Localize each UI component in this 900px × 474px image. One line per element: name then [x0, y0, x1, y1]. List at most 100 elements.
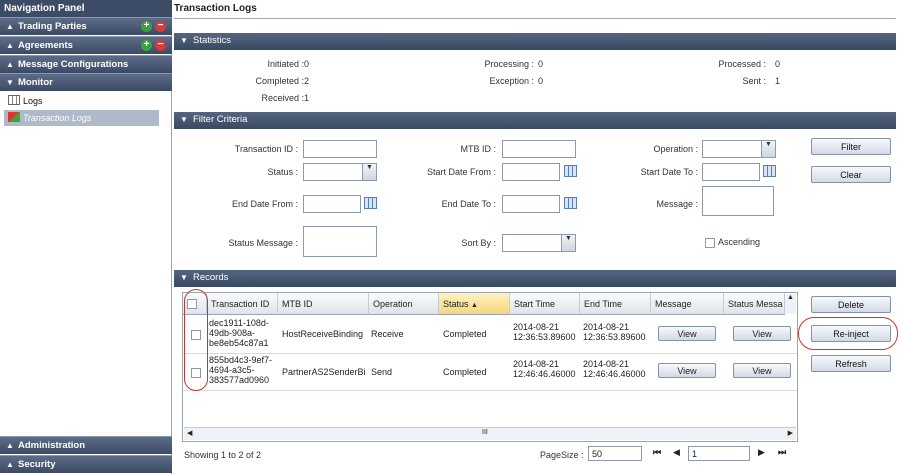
nav-section-agreements[interactable]: ▲ Agreements + −	[0, 36, 172, 54]
cell-line: 855bd4c3-9ef7-	[209, 355, 273, 365]
column-header-status[interactable]: Status ▲	[439, 293, 510, 315]
start-date-from-input[interactable]	[502, 163, 560, 181]
stat-label: Processing :	[484, 59, 534, 69]
calendar-icon[interactable]	[763, 165, 776, 177]
showing-count: Showing 1 to 2 of 2	[184, 450, 262, 460]
stat-label: Sent :	[742, 76, 766, 86]
end-date-to-input[interactable]	[502, 195, 560, 213]
cell-line: 4694-a3c5-	[209, 365, 255, 375]
calendar-icon[interactable]	[364, 197, 377, 209]
scroll-grip[interactable]: III	[482, 429, 488, 436]
section-title: Records	[193, 272, 229, 283]
scroll-left-icon[interactable]: ◀	[187, 429, 192, 437]
view-message-button[interactable]: View	[658, 326, 716, 341]
ascending-checkbox[interactable]	[705, 238, 715, 248]
cell-line: 49db-908a-	[209, 328, 256, 338]
chevron-up-icon: ▲	[6, 60, 14, 69]
nav-panel-title: Navigation Panel	[0, 0, 172, 17]
column-header-operation[interactable]: Operation	[369, 293, 439, 315]
nav-section-trading-parties[interactable]: ▲ Trading Parties + −	[0, 17, 172, 35]
cell-operation: Send	[371, 367, 393, 377]
row-divider	[183, 353, 797, 354]
message-input[interactable]	[702, 186, 774, 216]
message-label: Message :	[656, 199, 698, 209]
horizontal-scrollbar[interactable]: ◀ III ▶	[184, 427, 796, 440]
nav-section-label: Monitor	[18, 77, 53, 88]
chevron-up-icon: ▲	[6, 460, 14, 469]
sort-ascending-icon: ▲	[471, 302, 478, 309]
cell-status: Completed	[443, 329, 487, 339]
end-date-from-label: End Date From :	[231, 199, 298, 209]
nav-section-message-configurations[interactable]: ▲ Message Configurations	[0, 55, 172, 73]
statistics-header[interactable]: ▼ Statistics	[174, 33, 896, 50]
cell-start-time: 2014-08-21 12:36:53.89600	[513, 322, 579, 342]
operation-label: Operation :	[653, 144, 698, 154]
last-page-icon[interactable]: ⏭	[778, 447, 786, 458]
cell-line: dec1911-108d-	[209, 318, 269, 328]
nav-item-transaction-logs[interactable]: Transaction Logs	[4, 110, 159, 126]
start-date-to-label: Start Date To :	[640, 167, 698, 177]
nav-section-monitor[interactable]: ▼ Monitor	[0, 73, 172, 91]
status-select[interactable]: ▼	[303, 163, 377, 181]
first-page-icon[interactable]: ⏮	[653, 447, 661, 458]
column-header-status-message[interactable]: Status Messa	[724, 293, 785, 315]
nav-section-label: Trading Parties	[18, 21, 87, 32]
cell-mtb-id: PartnerAS2SenderBi	[282, 367, 366, 377]
filter-button[interactable]: Filter	[811, 138, 891, 155]
column-header-message[interactable]: Message	[651, 293, 724, 315]
nav-section-administration[interactable]: ▲ Administration	[0, 436, 172, 454]
transaction-id-label: Transaction ID :	[234, 144, 298, 154]
cell-line: 12:36:53.89600	[583, 332, 646, 342]
next-page-icon[interactable]: ▶	[758, 447, 765, 458]
mtb-id-input[interactable]	[502, 140, 576, 158]
calendar-icon[interactable]	[564, 165, 577, 177]
remove-icon[interactable]: −	[155, 21, 166, 32]
transaction-logs-icon	[8, 112, 20, 122]
chevron-down-icon[interactable]: ▼	[761, 141, 775, 157]
clear-button[interactable]: Clear	[811, 166, 891, 183]
status-label: Status :	[267, 167, 298, 177]
column-header-transaction-id[interactable]: Transaction ID	[207, 293, 278, 315]
filter-criteria-header[interactable]: ▼ Filter Criteria	[174, 112, 896, 129]
add-icon[interactable]: +	[141, 21, 152, 32]
cell-transaction-id: 855bd4c3-9ef7- 4694-a3c5- 383577ad0960	[209, 355, 272, 385]
nav-item-label: Logs	[23, 96, 43, 106]
page-number-input[interactable]: 1	[688, 446, 750, 461]
stat-label: Completed :	[255, 76, 304, 86]
cell-line: 12:36:53.89600	[513, 332, 576, 342]
view-status-message-button[interactable]: View	[733, 363, 791, 378]
column-header-end-time[interactable]: End Time	[580, 293, 651, 315]
refresh-button[interactable]: Refresh	[811, 355, 891, 372]
records-header[interactable]: ▼ Records	[174, 270, 896, 287]
chevron-down-icon: ▼	[180, 36, 188, 45]
add-icon[interactable]: +	[141, 40, 152, 51]
nav-item-logs[interactable]: Logs	[4, 93, 159, 109]
delete-button[interactable]: Delete	[811, 296, 891, 313]
chevron-down-icon[interactable]: ▼	[362, 164, 376, 180]
sort-by-label: Sort By :	[461, 238, 496, 248]
page-size-input[interactable]: 50	[588, 446, 642, 461]
reinject-highlight-ring	[798, 317, 898, 350]
end-date-from-input[interactable]	[303, 195, 361, 213]
scroll-up-icon[interactable]: ▲	[785, 294, 796, 314]
page-title: Transaction Logs	[174, 3, 257, 14]
cell-line: 383577ad0960	[209, 375, 270, 385]
remove-icon[interactable]: −	[155, 40, 166, 51]
view-message-button[interactable]: View	[658, 363, 716, 378]
operation-select[interactable]: ▼	[702, 140, 776, 158]
column-header-start-time[interactable]: Start Time	[510, 293, 580, 315]
cell-operation: Receive	[371, 329, 404, 339]
chevron-down-icon[interactable]: ▼	[561, 235, 575, 251]
column-header-mtb-id[interactable]: MTB ID	[278, 293, 369, 315]
scroll-right-icon[interactable]: ▶	[788, 429, 793, 437]
start-date-to-input[interactable]	[702, 163, 760, 181]
previous-page-icon[interactable]: ◀	[673, 447, 680, 458]
calendar-icon[interactable]	[564, 197, 577, 209]
status-message-label: Status Message :	[228, 238, 298, 248]
view-status-message-button[interactable]: View	[733, 326, 791, 341]
nav-section-security[interactable]: ▲ Security	[0, 455, 172, 473]
status-message-input[interactable]	[303, 226, 377, 257]
transaction-id-input[interactable]	[303, 140, 377, 158]
sort-by-select[interactable]: ▼	[502, 234, 576, 252]
stat-value: 0	[538, 59, 544, 69]
